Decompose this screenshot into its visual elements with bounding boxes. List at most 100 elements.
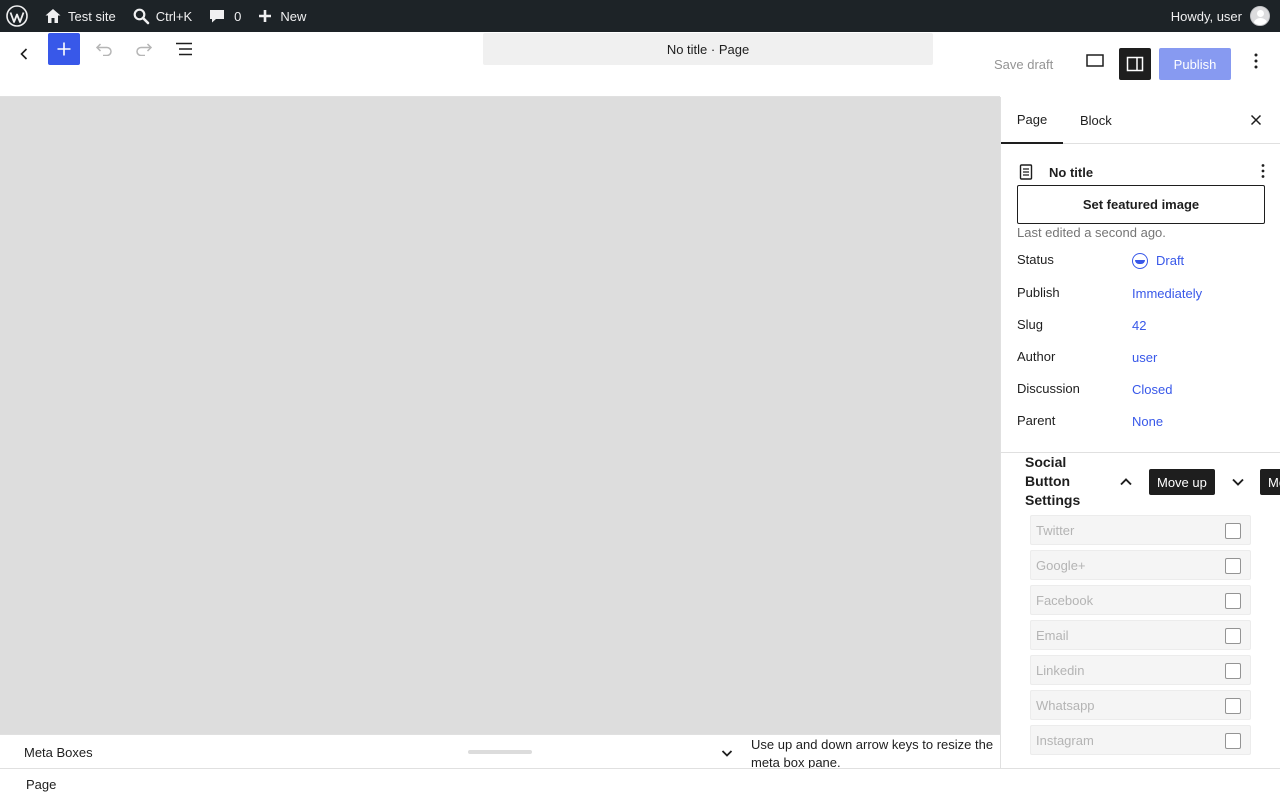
parent-toggle[interactable]: None	[1132, 414, 1163, 429]
avatar	[1250, 6, 1270, 26]
save-draft-button[interactable]: Save draft	[994, 57, 1053, 72]
plus-icon	[259, 10, 272, 22]
post-title: No title	[1049, 164, 1094, 180]
chevron-left-icon	[20, 48, 28, 60]
move-down-tooltip: Move down	[1260, 469, 1280, 495]
settings-sidebar: Page Block No title Set featured image L…	[1000, 97, 1280, 768]
search-icon	[133, 8, 149, 25]
options-button[interactable]	[1248, 52, 1264, 76]
my-account-menu[interactable]: Howdy, user	[1163, 0, 1280, 32]
social-item-label: Google+	[1036, 557, 1086, 573]
social-item-label: Facebook	[1036, 592, 1094, 608]
author-row: Author user	[1017, 346, 1265, 366]
close-icon	[1250, 114, 1262, 126]
facebook-checkbox[interactable]	[1225, 593, 1241, 609]
move-up-button[interactable]	[1117, 474, 1135, 490]
publish-row: Publish Immediately	[1017, 282, 1265, 302]
wordpress-logo-button[interactable]	[0, 0, 36, 32]
more-vertical-icon	[1254, 53, 1258, 69]
search-shortcut: Ctrl+K	[155, 8, 193, 24]
list-view-icon	[176, 42, 192, 56]
author-toggle[interactable]: user	[1132, 350, 1157, 365]
whatsapp-checkbox[interactable]	[1225, 698, 1241, 714]
move-up-tooltip: Move up	[1149, 469, 1215, 495]
editor-canvas[interactable]	[0, 97, 1000, 734]
discussion-label: Discussion	[1017, 380, 1080, 396]
redo-button[interactable]	[130, 33, 158, 65]
status-row: Status Draft	[1017, 249, 1265, 269]
twitter-checkbox[interactable]	[1225, 523, 1241, 539]
social-item-instagram: Instagram	[1030, 725, 1251, 755]
tab-block[interactable]: Block	[1080, 97, 1112, 144]
breadcrumb[interactable]: Page	[26, 777, 56, 792]
home-icon	[45, 9, 61, 23]
instagram-checkbox[interactable]	[1225, 733, 1241, 749]
back-button[interactable]	[10, 38, 38, 70]
tab-page[interactable]: Page	[1001, 97, 1063, 144]
comments-count: 0	[234, 8, 242, 24]
sidebar-icon	[1126, 56, 1144, 72]
wordpress-icon	[6, 5, 28, 27]
metabox-pane-header: Meta Boxes Use up and down arrow keys to…	[0, 734, 1000, 770]
email-checkbox[interactable]	[1225, 628, 1241, 644]
slug-toggle[interactable]: 42	[1132, 318, 1146, 333]
publish-label: Publish	[1017, 284, 1060, 300]
comment-icon	[210, 10, 225, 23]
post-actions-button[interactable]	[1261, 163, 1265, 182]
social-item-facebook: Facebook	[1030, 585, 1251, 615]
social-item-email: Email	[1030, 620, 1251, 650]
sidebar-tabs: Page Block	[1001, 97, 1280, 144]
social-item-label: Whatsapp	[1036, 697, 1095, 713]
chevron-down-icon	[721, 750, 733, 757]
desktop-icon	[1086, 54, 1104, 67]
block-inserter-button[interactable]	[48, 33, 80, 65]
publish-button[interactable]: Publish	[1159, 48, 1231, 80]
chevron-up-icon	[1120, 478, 1132, 486]
social-item-whatsapp: Whatsapp	[1030, 690, 1251, 720]
document-bar[interactable]: No title · Page	[483, 33, 933, 65]
status-value: Draft	[1156, 253, 1185, 268]
site-name-link[interactable]: Test site	[36, 0, 124, 32]
googleplus-checkbox[interactable]	[1225, 558, 1241, 574]
draft-status-icon	[1132, 252, 1148, 269]
command-palette-button[interactable]: Ctrl+K	[124, 0, 200, 32]
chevron-down-icon	[1232, 478, 1244, 486]
metabox-resize-handle[interactable]	[468, 750, 532, 754]
metabox-title: Meta Boxes	[24, 745, 93, 760]
post-card: No title	[1017, 161, 1265, 183]
discussion-row: Discussion Closed	[1017, 378, 1265, 398]
move-down-button[interactable]	[1229, 474, 1247, 490]
slug-row: Slug 42	[1017, 314, 1265, 334]
parent-row: Parent None	[1017, 410, 1265, 430]
slug-label: Slug	[1017, 316, 1044, 332]
preview-button[interactable]	[1084, 52, 1106, 72]
social-item-label: Email	[1036, 627, 1069, 643]
social-item-label: Linkedin	[1036, 662, 1085, 678]
set-featured-image-button[interactable]: Set featured image	[1017, 185, 1265, 224]
comments-link[interactable]: 0	[200, 0, 249, 32]
redo-icon	[136, 43, 153, 56]
discussion-toggle[interactable]: Closed	[1132, 382, 1172, 397]
social-item-label: Twitter	[1036, 522, 1075, 538]
status-toggle[interactable]: Draft	[1132, 252, 1185, 269]
close-sidebar-button[interactable]	[1248, 112, 1264, 128]
status-label: Status	[1017, 251, 1054, 267]
admin-bar: Test site Ctrl+K 0 New Howdy, user	[0, 0, 1280, 32]
undo-icon	[95, 43, 112, 56]
site-name: Test site	[68, 8, 116, 24]
metabox-toggle-button[interactable]	[718, 745, 736, 761]
social-settings-title[interactable]: Social Button Settings	[1025, 453, 1111, 510]
more-vertical-icon	[1261, 164, 1265, 178]
linkedin-checkbox[interactable]	[1225, 663, 1241, 679]
social-item-label: Instagram	[1036, 732, 1094, 748]
new-label: New	[280, 8, 307, 24]
plus-icon	[57, 42, 71, 56]
new-content-link[interactable]: New	[249, 0, 314, 32]
social-item-googleplus: Google+	[1030, 550, 1251, 580]
last-edited-text: Last edited a second ago.	[1017, 225, 1166, 240]
document-overview-button[interactable]	[170, 33, 198, 65]
publish-date-toggle[interactable]: Immediately	[1132, 286, 1202, 301]
undo-button[interactable]	[90, 33, 118, 65]
settings-button[interactable]	[1119, 48, 1151, 80]
resize-hint: Use up and down arrow keys to resize the…	[751, 737, 994, 770]
